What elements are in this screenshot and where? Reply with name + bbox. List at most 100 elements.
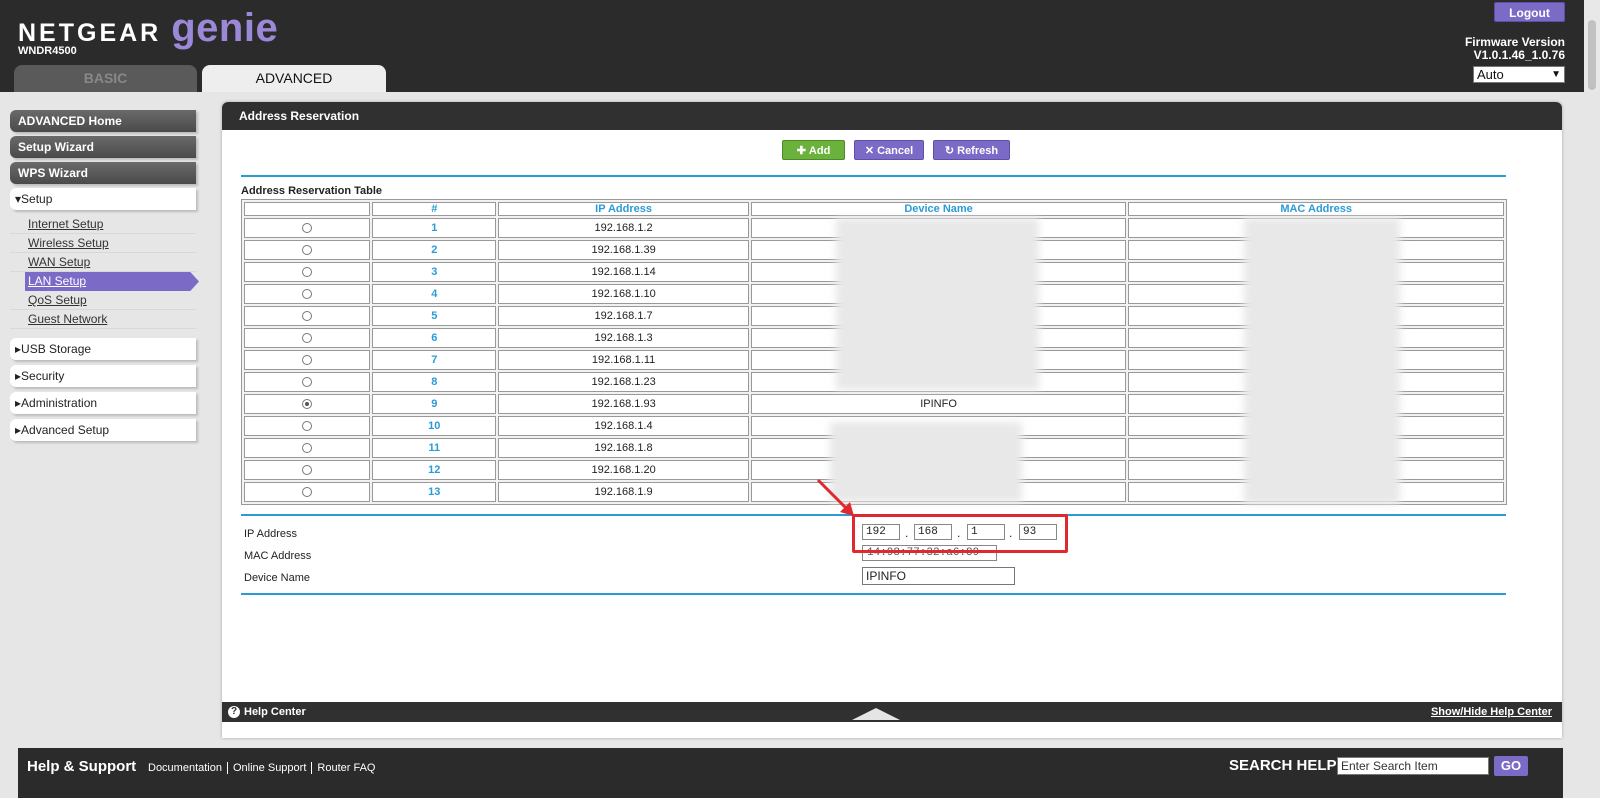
sidebar-section-usb-storage[interactable]: ▸USB Storage: [10, 338, 196, 360]
refresh-icon: ↻: [944, 145, 955, 157]
search-go-button[interactable]: GO: [1494, 756, 1528, 776]
row-number: 11: [372, 438, 497, 458]
annotation-arrow-icon: [816, 478, 854, 516]
row-ip-address: 192.168.1.93: [498, 394, 749, 414]
scrollbar-thumb[interactable]: [1588, 20, 1596, 90]
refresh-button[interactable]: ↻ Refresh: [933, 140, 1010, 160]
language-select[interactable]: Auto ▼: [1473, 66, 1565, 83]
sidebar-section-setup[interactable]: ▾Setup: [10, 188, 196, 210]
row-radio-button[interactable]: [302, 377, 313, 388]
expand-up-icon[interactable]: [852, 708, 900, 720]
sidebar-item-wireless-setup[interactable]: Wireless Setup: [10, 234, 196, 253]
row-ip-address: 192.168.1.39: [498, 240, 749, 260]
column-header-select: [244, 202, 371, 216]
sidebar: ADVANCED Home Setup Wizard WPS Wizard ▾S…: [10, 110, 199, 446]
row-radio-button[interactable]: [302, 487, 313, 498]
sidebar-section-administration[interactable]: ▸Administration: [10, 392, 196, 414]
row-number: 12: [372, 460, 497, 480]
plus-icon: ✚: [796, 145, 806, 157]
sidebar-section-advanced-setup[interactable]: ▸Advanced Setup: [10, 419, 196, 441]
row-ip-address: 192.168.1.8: [498, 438, 749, 458]
add-button[interactable]: ✚ Add: [782, 140, 845, 160]
sidebar-section-security[interactable]: ▸Security: [10, 365, 196, 387]
row-select-cell: [244, 350, 371, 370]
brand-name: NETGEAR: [18, 19, 162, 47]
search-input[interactable]: Enter Search Item: [1337, 757, 1489, 775]
row-select-cell: [244, 394, 371, 414]
row-number: 8: [372, 372, 497, 392]
cancel-button[interactable]: ✕ Cancel: [854, 140, 924, 160]
sidebar-item-wps-wizard[interactable]: WPS Wizard: [10, 162, 196, 184]
row-select-cell: [244, 262, 371, 282]
sidebar-item-advanced-home[interactable]: ADVANCED Home: [10, 110, 196, 132]
documentation-link[interactable]: Documentation: [143, 762, 228, 774]
row-radio-button[interactable]: [302, 311, 313, 322]
row-number: 3: [372, 262, 497, 282]
row-ip-address: 192.168.1.3: [498, 328, 749, 348]
page-title: Address Reservation: [222, 102, 1562, 130]
brand-product: genie: [171, 6, 279, 50]
sidebar-item-setup-wizard[interactable]: Setup Wizard: [10, 136, 196, 158]
row-select-cell: [244, 284, 371, 304]
row-ip-address: 192.168.1.23: [498, 372, 749, 392]
language-selected-value: Auto: [1477, 67, 1504, 82]
row-number: 6: [372, 328, 497, 348]
sidebar-item-lan-setup[interactable]: LAN Setup: [25, 272, 199, 291]
row-select-cell: [244, 460, 371, 480]
footer: Help & Support Documentation Online Supp…: [18, 748, 1563, 798]
row-number: 10: [372, 416, 497, 436]
tab-advanced[interactable]: ADVANCED: [202, 65, 386, 92]
row-select-cell: [244, 218, 371, 238]
logout-button[interactable]: Logout: [1494, 2, 1565, 22]
main-panel: Address Reservation ✚ Add ✕ Cancel ↻ Refres…: [222, 102, 1562, 738]
row-number: 7: [372, 350, 497, 370]
row-radio-button[interactable]: [302, 355, 313, 366]
row-number: 9: [372, 394, 497, 414]
question-icon: ?: [228, 706, 240, 718]
online-support-link[interactable]: Online Support: [228, 762, 313, 774]
search-help-label: SEARCH HELP: [1229, 757, 1337, 774]
row-radio-button[interactable]: [302, 465, 313, 476]
chevron-down-icon: ▼: [1551, 69, 1561, 80]
tab-basic[interactable]: BASIC: [14, 65, 197, 92]
scrollbar[interactable]: [1584, 0, 1600, 92]
row-radio-button[interactable]: [302, 421, 313, 432]
column-header-mac: MAC Address: [1128, 202, 1504, 216]
setup-submenu: Internet Setup Wireless Setup WAN Setup …: [10, 215, 199, 329]
row-number: 5: [372, 306, 497, 326]
row-radio-button[interactable]: [302, 399, 313, 410]
sidebar-item-internet-setup[interactable]: Internet Setup: [10, 215, 196, 234]
sidebar-item-guest-network[interactable]: Guest Network: [10, 310, 196, 329]
blurred-region: [830, 422, 1022, 502]
row-ip-address: 192.168.1.7: [498, 306, 749, 326]
router-faq-link[interactable]: Router FAQ: [312, 762, 380, 774]
row-radio-button[interactable]: [302, 267, 313, 278]
sidebar-item-qos-setup[interactable]: QoS Setup: [10, 291, 196, 310]
device-name-field[interactable]: IPINFO: [862, 567, 1015, 585]
row-radio-button[interactable]: [302, 245, 313, 256]
sidebar-item-wan-setup[interactable]: WAN Setup: [10, 253, 196, 272]
row-ip-address: 192.168.1.4: [498, 416, 749, 436]
column-header-number: #: [372, 202, 497, 216]
row-radio-button[interactable]: [302, 333, 313, 344]
footer-links: Documentation Online Support Router FAQ: [143, 762, 380, 774]
row-radio-button[interactable]: [302, 223, 313, 234]
show-hide-help-link[interactable]: Show/Hide Help Center: [1431, 702, 1552, 722]
column-header-ip: IP Address: [498, 202, 749, 216]
row-select-cell: [244, 416, 371, 436]
table-title: Address Reservation Table: [241, 185, 383, 197]
blurred-region: [836, 218, 1039, 390]
mac-address-label: MAC Address: [244, 550, 312, 562]
help-center-link[interactable]: ? Help Center: [228, 702, 306, 722]
annotation-highlight-box: [852, 514, 1068, 553]
row-radio-button[interactable]: [302, 443, 313, 454]
row-select-cell: [244, 240, 371, 260]
row-radio-button[interactable]: [302, 289, 313, 300]
row-number: 1: [372, 218, 497, 238]
row-number: 13: [372, 482, 497, 502]
device-name-label: Device Name: [244, 572, 311, 584]
divider: [241, 593, 1506, 595]
row-device-name: IPINFO: [750, 394, 1127, 414]
divider: [241, 175, 1506, 177]
row-ip-address: 192.168.1.20: [498, 460, 749, 480]
